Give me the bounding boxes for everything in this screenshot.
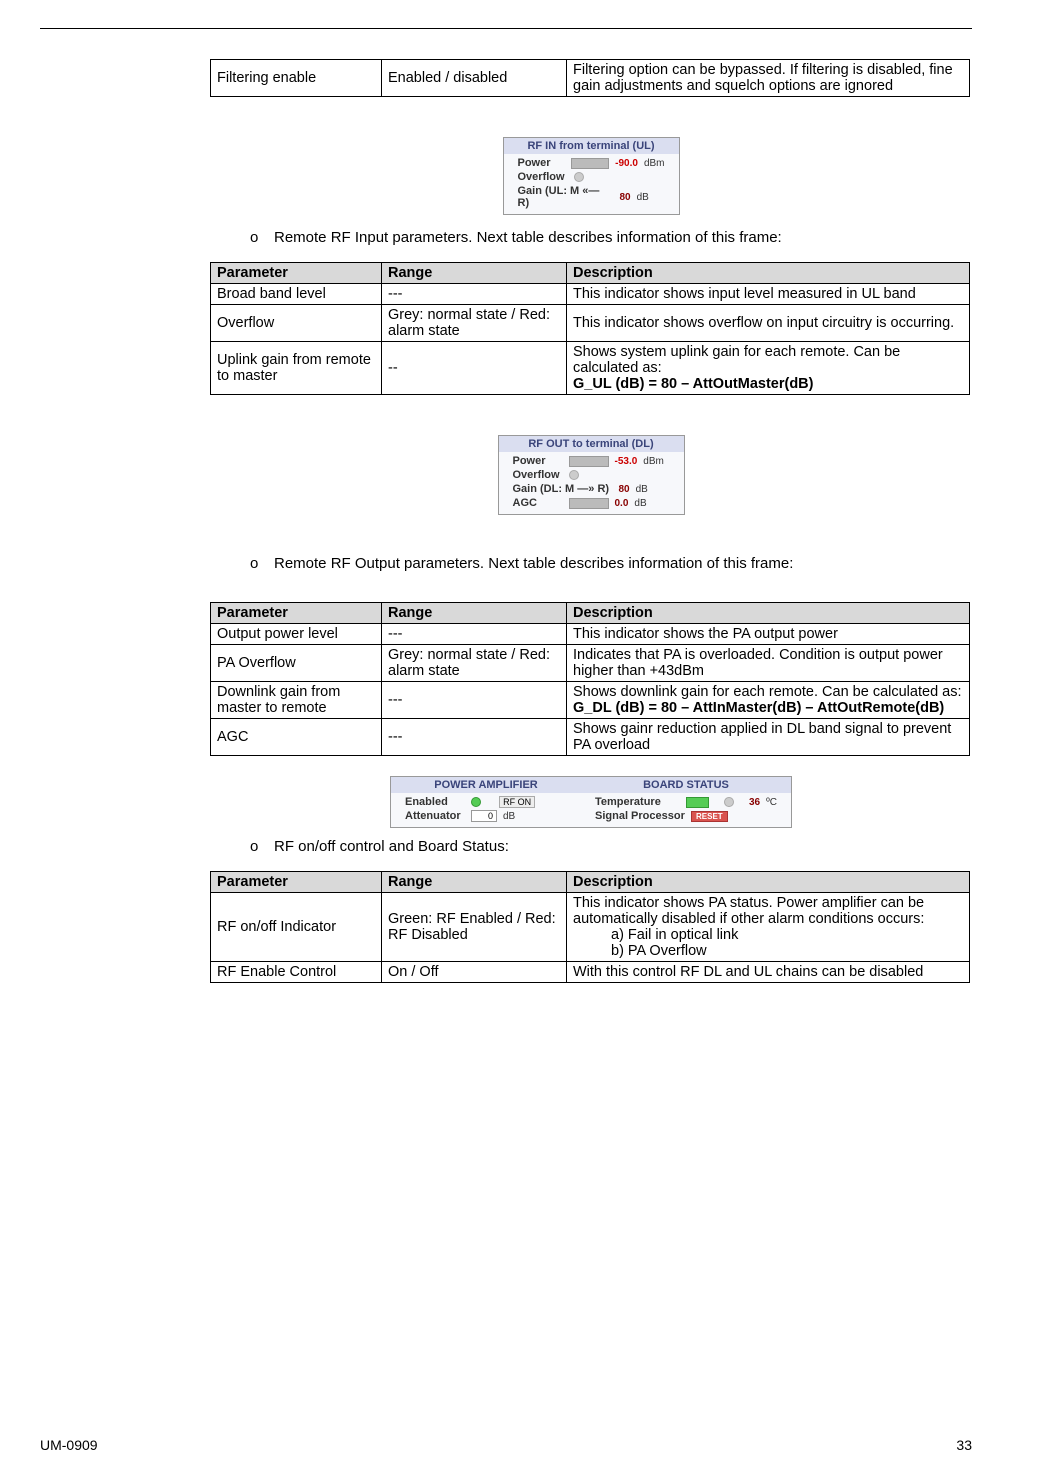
bullet-rf-input: oRemote RF Input parameters. Next table … (250, 229, 972, 246)
cell-param: Filtering enable (211, 60, 382, 97)
attenuator-input[interactable]: 0 (471, 810, 497, 822)
rf-output-table: Parameter Range Description Output power… (210, 602, 970, 756)
cell-range: Enabled / disabled (382, 60, 567, 97)
dot-icon (724, 797, 734, 807)
table-row: RF Enable Control On / Off With this con… (211, 962, 970, 983)
rf-onoff-table: Parameter Range Description RF on/off In… (210, 871, 970, 983)
th-parameter: Parameter (211, 263, 382, 284)
bar-green-icon (686, 797, 709, 808)
rf-out-snippet-wrap: RF OUT to terminal (DL) Power-53.0dBm Ov… (210, 435, 972, 515)
table-header-row: Parameter Range Description (211, 603, 970, 624)
table-row: Broad band level --- This indicator show… (211, 284, 970, 305)
dot-icon (574, 172, 584, 182)
bar-icon (569, 456, 609, 467)
pa-board-snippet-wrap: POWER AMPLIFIER Enabled RF ON Attenuator… (210, 776, 972, 828)
filtering-table: Filtering enable Enabled / disabled Filt… (210, 59, 970, 97)
dot-icon (569, 470, 579, 480)
pa-board-snippet: POWER AMPLIFIER Enabled RF ON Attenuator… (390, 776, 792, 828)
table-row: RF on/off Indicator Green: RF Enabled / … (211, 893, 970, 962)
list-marker: o (250, 555, 274, 572)
table-row: Downlink gain from master to remote --- … (211, 682, 970, 719)
footer: UM-0909 33 (40, 1437, 972, 1453)
snippet-title: RF IN from terminal (UL) (504, 138, 679, 154)
footer-doc-id: UM-0909 (40, 1437, 98, 1453)
footer-page-num: 33 (956, 1437, 972, 1453)
table-row: Filtering enable Enabled / disabled Filt… (211, 60, 970, 97)
table-row: PA Overflow Grey: normal state / Red: al… (211, 645, 970, 682)
table-header-row: Parameter Range Description (211, 263, 970, 284)
header-rule (40, 28, 972, 29)
rf-in-snippet-wrap: RF IN from terminal (UL) Power-90.0dBm O… (210, 137, 972, 215)
bullet-rf-onoff: oRF on/off control and Board Status: (250, 838, 972, 855)
snippet-title: RF OUT to terminal (DL) (499, 436, 684, 452)
rf-out-snippet: RF OUT to terminal (DL) Power-53.0dBm Ov… (498, 435, 685, 515)
table-row: AGC --- Shows gainr reduction applied in… (211, 719, 970, 756)
bullet-rf-output: oRemote RF Output parameters. Next table… (250, 555, 972, 572)
list-marker: o (250, 229, 274, 246)
bar-icon (569, 498, 609, 509)
cell-desc: Filtering option can be bypassed. If fil… (567, 60, 970, 97)
table-row: Uplink gain from remote to master -- Sho… (211, 342, 970, 395)
reset-button[interactable]: RESET (691, 811, 728, 822)
rf-on-button[interactable]: RF ON (499, 796, 535, 808)
table-header-row: Parameter Range Description (211, 872, 970, 893)
th-range: Range (382, 263, 567, 284)
bar-icon (571, 158, 609, 169)
rf-input-table: Parameter Range Description Broad band l… (210, 262, 970, 395)
table-row: Output power level --- This indicator sh… (211, 624, 970, 645)
rf-in-snippet: RF IN from terminal (UL) Power-90.0dBm O… (503, 137, 680, 215)
table-row: Overflow Grey: normal state / Red: alarm… (211, 305, 970, 342)
dot-green-icon (471, 797, 481, 807)
list-marker: o (250, 838, 274, 855)
th-description: Description (567, 263, 970, 284)
